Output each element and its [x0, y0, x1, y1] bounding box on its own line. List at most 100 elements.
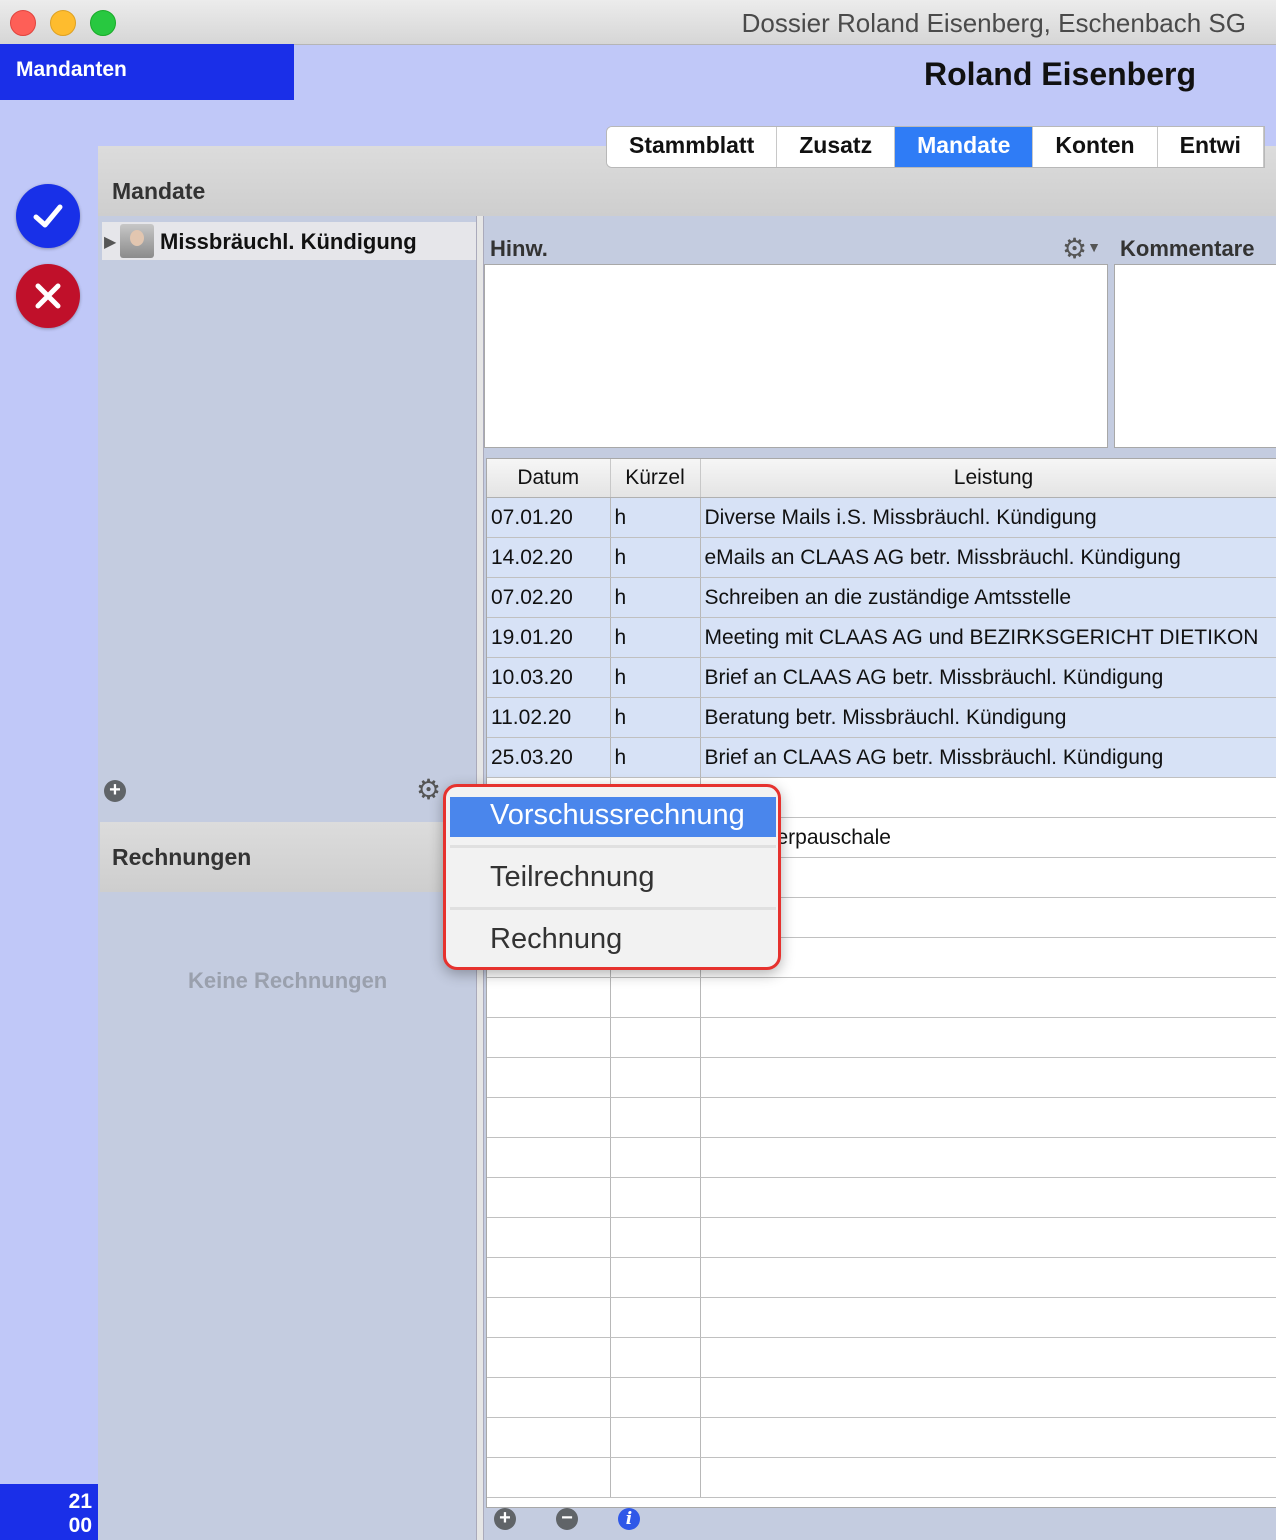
table-row[interactable]: [487, 1297, 1276, 1338]
cell-kuerzel[interactable]: [610, 1377, 701, 1418]
cell-leistung[interactable]: [700, 1177, 1276, 1218]
cell-datum[interactable]: [487, 1097, 611, 1138]
table-row[interactable]: [487, 1417, 1276, 1458]
cell-leistung[interactable]: Schreiben an die zuständige Amtsstelle: [700, 577, 1276, 618]
cell-leistung[interactable]: [700, 1257, 1276, 1298]
table-row[interactable]: [487, 1457, 1276, 1498]
cell-leistung[interactable]: [700, 1017, 1276, 1058]
cell-leistung[interactable]: [700, 1457, 1276, 1498]
column-header-kuerzel[interactable]: Kürzel: [610, 459, 701, 498]
cell-datum[interactable]: 14.02.20: [487, 537, 611, 578]
cell-leistung[interactable]: [700, 857, 1276, 898]
cell-datum[interactable]: [487, 1457, 611, 1498]
gear-icon[interactable]: ⚙: [416, 776, 441, 804]
table-row[interactable]: [487, 1097, 1276, 1138]
table-row[interactable]: 19.01.20 h Meeting mit CLAAS AG und BEZIRK…: [487, 617, 1276, 658]
cell-leistung[interactable]: [700, 977, 1276, 1018]
notes-gear-menu[interactable]: ⚙▼: [1062, 232, 1101, 265]
cell-kuerzel[interactable]: [610, 1137, 701, 1178]
table-row[interactable]: [487, 1257, 1276, 1298]
column-header-datum[interactable]: Datum: [487, 459, 611, 498]
cell-kuerzel[interactable]: [610, 1177, 701, 1218]
cell-datum[interactable]: [487, 1017, 611, 1058]
cell-leistung[interactable]: Diverse Mails i.S. Missbräuchl. Kündigun…: [700, 497, 1276, 538]
cell-datum[interactable]: 19.01.20: [487, 617, 611, 658]
tab-stammblatt[interactable]: Stammblatt: [607, 127, 778, 167]
cell-kuerzel[interactable]: h: [610, 617, 701, 658]
cell-datum[interactable]: [487, 1177, 611, 1218]
kommentare-textarea[interactable]: [1114, 264, 1276, 448]
cell-datum[interactable]: [487, 1057, 611, 1098]
cell-kuerzel[interactable]: h: [610, 657, 701, 698]
cell-kuerzel[interactable]: h: [610, 697, 701, 738]
cell-datum[interactable]: 07.02.20: [487, 577, 611, 618]
cell-kuerzel[interactable]: [610, 1457, 701, 1498]
cell-leistung[interactable]: [700, 1417, 1276, 1458]
cell-datum[interactable]: [487, 1297, 611, 1338]
cell-leistung[interactable]: [700, 1057, 1276, 1098]
cell-datum[interactable]: [487, 1377, 611, 1418]
cell-leistung[interactable]: [700, 1377, 1276, 1418]
cell-leistung[interactable]: erpauschale: [700, 817, 1276, 858]
cell-datum[interactable]: 07.01.20: [487, 497, 611, 538]
cell-leistung[interactable]: [700, 777, 1276, 818]
column-header-leistung[interactable]: Leistung: [700, 459, 1276, 498]
cell-datum[interactable]: [487, 1417, 611, 1458]
cell-leistung[interactable]: Brief an CLAAS AG betr. Missbräuchl. Kün…: [700, 737, 1276, 778]
table-row[interactable]: 07.02.20 h Schreiben an die zuständige Amt…: [487, 577, 1276, 618]
cell-kuerzel[interactable]: h: [610, 577, 701, 618]
cell-datum[interactable]: [487, 1137, 611, 1178]
cancel-button[interactable]: [16, 264, 80, 328]
disclosure-triangle-icon[interactable]: ▶: [104, 232, 116, 252]
cell-kuerzel[interactable]: [610, 1017, 701, 1058]
tab-entwi[interactable]: Entwi: [1157, 127, 1264, 167]
cell-leistung[interactable]: [700, 1297, 1276, 1338]
cell-leistung[interactable]: [700, 1337, 1276, 1378]
table-row[interactable]: 11.02.20 h Beratung betr. Missbräuchl. Kün…: [487, 697, 1276, 738]
cell-datum[interactable]: 10.03.20: [487, 657, 611, 698]
mandanten-button[interactable]: Mandanten: [0, 44, 294, 100]
confirm-button[interactable]: [16, 184, 80, 248]
cell-datum[interactable]: [487, 1257, 611, 1298]
table-row[interactable]: [487, 1137, 1276, 1178]
table-row[interactable]: [487, 1057, 1276, 1098]
cell-leistung[interactable]: [700, 897, 1276, 938]
cell-datum[interactable]: [487, 1337, 611, 1378]
cell-leistung[interactable]: eMails an CLAAS AG betr. Missbräuchl. Kü…: [700, 537, 1276, 578]
cell-kuerzel[interactable]: [610, 1337, 701, 1378]
cell-kuerzel[interactable]: [610, 977, 701, 1018]
close-window-button[interactable]: [10, 10, 36, 36]
tab-zusatz[interactable]: Zusatz: [777, 127, 896, 167]
table-row[interactable]: [487, 1177, 1276, 1218]
table-row[interactable]: 07.01.20 h Diverse Mails i.S. Missbräuchl.…: [487, 497, 1276, 538]
cell-kuerzel[interactable]: [610, 1417, 701, 1458]
mandate-list-item[interactable]: ▶ Missbräuchl. Kündigung: [102, 222, 476, 260]
cell-kuerzel[interactable]: [610, 1097, 701, 1138]
menu-item-vorschussrechnung[interactable]: Vorschussrechnung: [450, 797, 776, 837]
table-row[interactable]: [487, 1217, 1276, 1258]
table-row[interactable]: [487, 977, 1276, 1018]
table-row[interactable]: 14.02.20 h eMails an CLAAS AG betr. Missbr…: [487, 537, 1276, 578]
tab-konten[interactable]: Konten: [1033, 127, 1158, 167]
cell-kuerzel[interactable]: [610, 1057, 701, 1098]
table-row[interactable]: 25.03.20 h Brief an CLAAS AG betr. Missbrä…: [487, 737, 1276, 778]
table-row[interactable]: [487, 1337, 1276, 1378]
cell-datum[interactable]: [487, 1217, 611, 1258]
cell-kuerzel[interactable]: h: [610, 537, 701, 578]
cell-leistung[interactable]: [700, 937, 1276, 978]
cell-datum[interactable]: 11.02.20: [487, 697, 611, 738]
menu-item-teilrechnung[interactable]: Teilrechnung: [450, 853, 776, 907]
tab-mandate[interactable]: Mandate: [895, 127, 1034, 167]
add-row-button[interactable]: +: [494, 1508, 516, 1530]
hinw-textarea[interactable]: [484, 264, 1108, 448]
cell-kuerzel[interactable]: h: [610, 737, 701, 778]
cell-kuerzel[interactable]: h: [610, 497, 701, 538]
cell-datum[interactable]: 25.03.20: [487, 737, 611, 778]
cell-kuerzel[interactable]: [610, 1217, 701, 1258]
info-button[interactable]: i: [618, 1508, 640, 1530]
remove-row-button[interactable]: −: [556, 1508, 578, 1530]
cell-leistung[interactable]: [700, 1217, 1276, 1258]
table-row[interactable]: 10.03.20 h Brief an CLAAS AG betr. Missbrä…: [487, 657, 1276, 698]
add-mandate-button[interactable]: +: [104, 780, 126, 802]
cell-leistung[interactable]: Meeting mit CLAAS AG und BEZIRKSGERICHT …: [700, 617, 1276, 658]
